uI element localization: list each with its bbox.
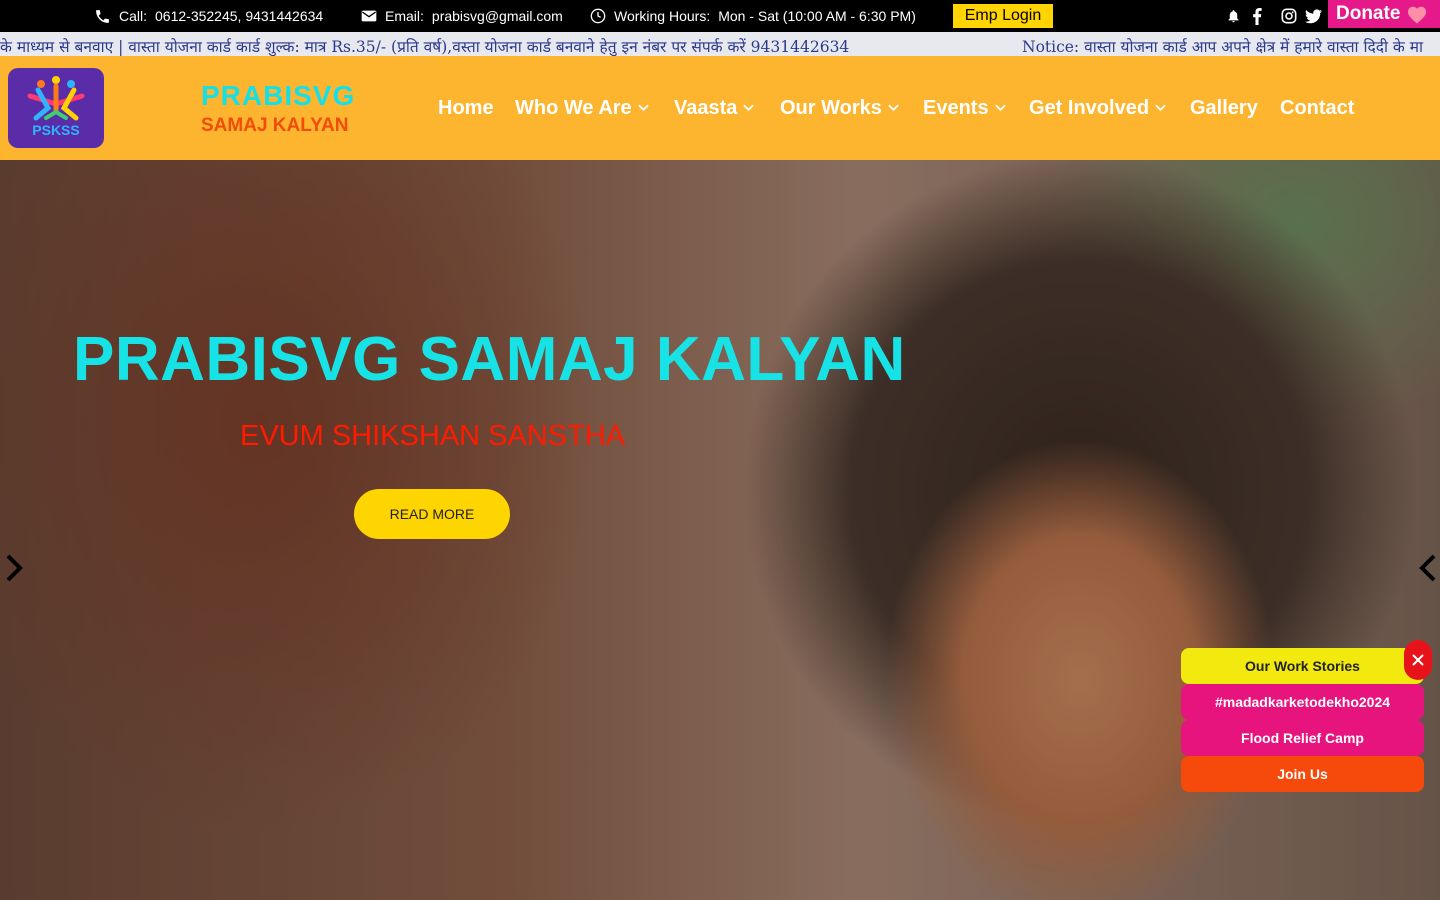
nav-home[interactable]: Home (438, 94, 494, 122)
chevron-down-icon (743, 104, 755, 112)
donate-label: Donate (1336, 3, 1401, 24)
hero-subtitle: EVUM SHIKSHAN SANSTHA (240, 420, 626, 452)
madadkarketodekho-button[interactable]: #madadkarketodekho2024 (1181, 684, 1424, 720)
nav-label: Our Works (780, 96, 882, 119)
email-label: Email: (385, 8, 424, 24)
email-info: Email: prabisvg@gmail.com (361, 0, 563, 32)
envelope-icon (361, 10, 377, 22)
slider-next-arrow[interactable] (1412, 550, 1440, 586)
nav-get-involved[interactable]: Get Involved (1029, 94, 1166, 122)
nav-label: Vaasta (674, 96, 738, 119)
hero-title-part2: SAMAJ KALYAN (418, 325, 906, 394)
chevron-down-icon (888, 104, 899, 112)
flood-relief-camp-button[interactable]: Flood Relief Camp (1181, 720, 1424, 756)
nav-label: Events (923, 96, 989, 119)
nav-label: Gallery (1190, 96, 1258, 119)
nav-label: Who We Are (515, 96, 632, 119)
join-us-button[interactable]: Join Us (1181, 756, 1424, 792)
slider-prev-arrow[interactable] (0, 550, 30, 586)
chevron-right-icon (1419, 554, 1436, 582)
hours-value: Mon - Sat (10:00 AM - 6:30 PM) (718, 8, 916, 24)
nav-vaasta[interactable]: Vaasta (674, 94, 755, 122)
email-value[interactable]: prabisvg@gmail.com (432, 8, 563, 24)
nav-label: Home (438, 96, 494, 119)
close-icon (1412, 654, 1424, 666)
site-header: PSKSS PRABISVG SAMAJ KALYAN Home Who We … (0, 56, 1440, 160)
nav-events[interactable]: Events (923, 94, 1006, 122)
working-hours-info: Working Hours: Mon - Sat (10:00 AM - 6:3… (590, 0, 916, 32)
brand-name-line2[interactable]: SAMAJ KALYAN (201, 115, 348, 137)
phone-icon (96, 9, 109, 23)
our-work-stories-button[interactable]: Our Work Stories (1181, 648, 1424, 684)
chevron-down-icon (1155, 104, 1166, 112)
read-more-button[interactable]: READ MORE (354, 489, 510, 539)
hero-title: PRABISVG SAMAJ KALYAN (73, 324, 906, 395)
call-info: Call: 0612-352245, 9431442634 (94, 0, 323, 32)
nav-our-works[interactable]: Our Works (780, 94, 899, 122)
clock-icon (590, 8, 606, 24)
call-label: Call: (119, 8, 148, 24)
logo-text: PSKSS (32, 122, 80, 138)
facebook-icon[interactable] (1246, 0, 1268, 32)
instagram-icon[interactable] (1278, 0, 1300, 32)
call-value[interactable]: 0612-352245, 9431442634 (155, 8, 323, 24)
close-floating-panel-button[interactable] (1404, 640, 1432, 680)
notice-ticker: के माध्यम से बनवाए | वास्ता योजना कार्ड … (0, 32, 1440, 56)
twitter-icon[interactable] (1302, 0, 1324, 32)
ticker-text-1: के माध्यम से बनवाए | वास्ता योजना कार्ड … (0, 38, 850, 56)
nav-label: Get Involved (1029, 96, 1150, 119)
donate-button[interactable]: Donate (1328, 0, 1440, 28)
hours-label: Working Hours: (614, 8, 711, 24)
nav-contact[interactable]: Contact (1280, 94, 1354, 122)
bell-icon[interactable] (1222, 0, 1244, 32)
top-info-bar: Call: 0612-352245, 9431442634 Email: pra… (0, 0, 1440, 32)
nav-who-we-are[interactable]: Who We Are (515, 94, 649, 122)
chevron-down-icon (994, 104, 1006, 112)
emp-login-button[interactable]: Emp Login (953, 4, 1053, 28)
nav-label: Contact (1280, 96, 1355, 119)
brand-name-line1[interactable]: PRABISVG (201, 80, 355, 112)
chevron-down-icon (637, 104, 649, 112)
chevron-left-icon (6, 554, 23, 582)
hero-title-part1: PRABISVG (73, 325, 401, 394)
site-logo[interactable]: PSKSS (8, 68, 104, 148)
ticker-text-2: Notice: वास्ता योजना कार्ड आप अपने क्षेत… (1022, 38, 1424, 56)
nav-gallery[interactable]: Gallery (1190, 94, 1258, 122)
heart-icon (1408, 6, 1427, 24)
